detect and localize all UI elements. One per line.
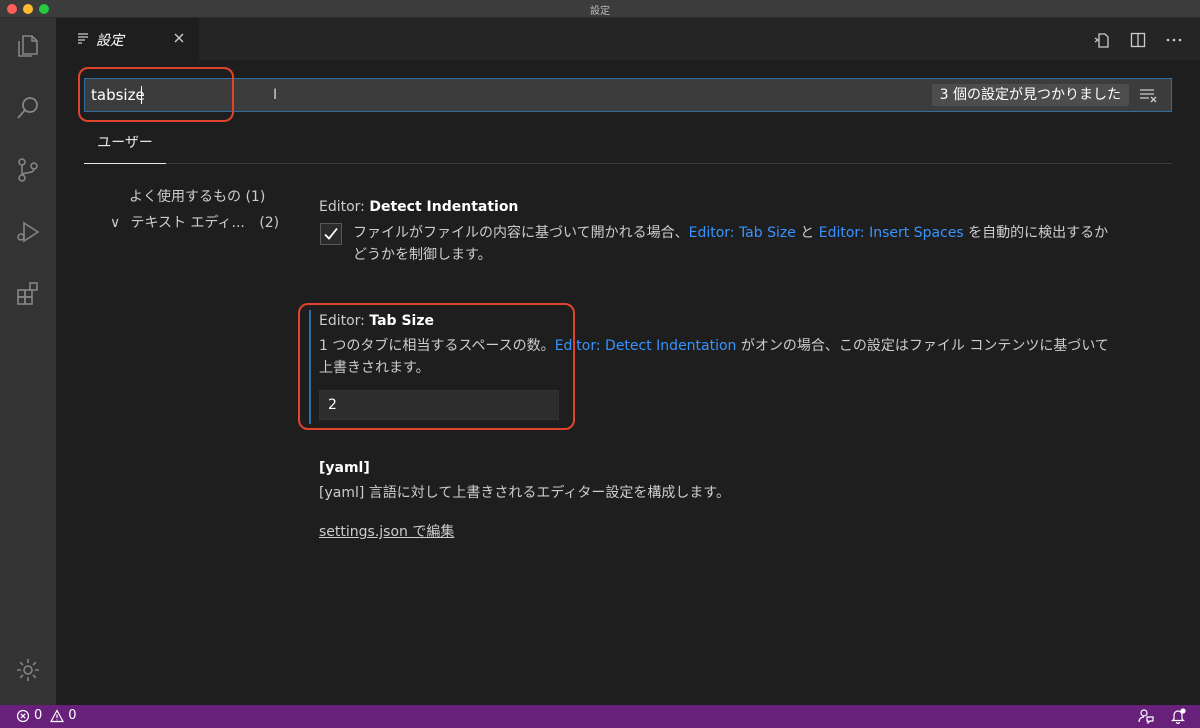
editor-actions bbox=[1092, 30, 1184, 50]
toc-item-count: (2) bbox=[259, 215, 280, 231]
title-bar: 設定 bbox=[0, 0, 1200, 18]
extensions-icon[interactable] bbox=[0, 270, 56, 318]
editor-tab-strip: 設定 bbox=[56, 18, 1200, 60]
toc-item-label: テキスト エディ... bbox=[130, 215, 245, 231]
desc-text: と bbox=[795, 225, 819, 241]
setting-description-tab-size: 1 つのタブに相当するスペースの数。Editor: Detect Indenta… bbox=[319, 335, 1189, 379]
tab-label: 設定 bbox=[96, 33, 124, 49]
notifications-bell-icon[interactable] bbox=[1170, 708, 1186, 724]
text-cursor bbox=[141, 86, 142, 104]
settings-editor-icon bbox=[78, 33, 88, 44]
setting-description-yaml: [yaml] 言語に対して上書きされるエディター設定を構成します。 bbox=[319, 485, 730, 501]
warning-count: 0 bbox=[68, 708, 77, 723]
chevron-down-icon: ∨ bbox=[110, 215, 121, 231]
link-insert-spaces[interactable]: Editor: Insert Spaces bbox=[819, 225, 964, 241]
desc-text: 上書きされます。 bbox=[319, 360, 430, 376]
split-editor-icon[interactable] bbox=[1128, 30, 1148, 50]
activity-bar bbox=[0, 18, 56, 705]
source-control-icon[interactable] bbox=[0, 146, 56, 194]
clear-filter-icon[interactable] bbox=[1139, 86, 1159, 104]
search-result-count: 3 個の設定が見つかりました bbox=[931, 84, 1129, 106]
explorer-icon[interactable] bbox=[0, 22, 56, 70]
settings-search-box: I 3 個の設定が見つかりました bbox=[84, 78, 1172, 112]
search-input[interactable] bbox=[91, 79, 791, 111]
desc-text: を自動的に検出するか bbox=[963, 225, 1109, 241]
setting-name: Tab Size bbox=[369, 313, 434, 329]
feedback-icon[interactable] bbox=[1138, 708, 1154, 724]
edit-in-settings-json-link[interactable]: settings.json で編集 bbox=[319, 521, 454, 541]
setting-title-yaml: [yaml] bbox=[319, 460, 370, 476]
tab-settings[interactable]: 設定 bbox=[56, 18, 199, 60]
warning-icon bbox=[50, 708, 65, 722]
more-actions-icon[interactable] bbox=[1164, 30, 1184, 50]
search-icon[interactable] bbox=[0, 84, 56, 132]
problems-indicator[interactable]: 0 0 bbox=[16, 708, 77, 723]
status-bar-right bbox=[1138, 708, 1186, 724]
ibeam-cursor-icon: I bbox=[273, 87, 278, 103]
toc-item-text-editor[interactable]: ∨ テキスト エディ... (2) bbox=[110, 212, 279, 232]
desc-text: 1 つのタブに相当するスペースの数。 bbox=[319, 338, 555, 354]
setting-description-detect-indentation: ファイルがファイルの内容に基づいて開かれる場合、Editor: Tab Size… bbox=[353, 222, 1183, 266]
close-icon[interactable] bbox=[172, 31, 186, 45]
detect-indentation-checkbox[interactable] bbox=[320, 223, 342, 245]
desc-text: ファイルがファイルの内容に基づいて開かれる場合、 bbox=[353, 225, 689, 241]
open-settings-json-icon[interactable] bbox=[1092, 30, 1112, 50]
settings-scope-tabs: ユーザー bbox=[84, 128, 1172, 164]
setting-name: [yaml] bbox=[319, 460, 370, 476]
run-debug-icon[interactable] bbox=[0, 208, 56, 256]
toc-item-commonly-used[interactable]: よく使用するもの (1) bbox=[129, 186, 265, 206]
setting-category: Editor: bbox=[319, 199, 370, 215]
setting-category: Editor: bbox=[319, 313, 370, 329]
setting-title-detect-indentation: Editor: Detect Indentation bbox=[319, 199, 518, 215]
error-count: 0 bbox=[34, 708, 43, 723]
setting-title-tab-size: Editor: Tab Size bbox=[319, 313, 434, 329]
error-icon bbox=[16, 709, 30, 722]
desc-text: がオンの場合、この設定はファイル コンテンツに基づいて bbox=[736, 338, 1109, 354]
link-tab-size[interactable]: Editor: Tab Size bbox=[689, 225, 796, 241]
window-title: 設定 bbox=[590, 6, 610, 17]
setting-name: Detect Indentation bbox=[369, 199, 519, 215]
desc-text: どうかを制御します。 bbox=[353, 247, 492, 263]
status-bar: 0 0 bbox=[0, 705, 1200, 728]
tab-size-input[interactable]: 2 bbox=[319, 390, 559, 420]
tab-user[interactable]: ユーザー bbox=[84, 128, 166, 164]
manage-gear-icon[interactable] bbox=[0, 646, 56, 694]
checkmark-icon bbox=[324, 227, 338, 240]
link-detect-indentation[interactable]: Editor: Detect Indentation bbox=[555, 338, 737, 354]
focused-setting-indicator bbox=[309, 310, 311, 424]
